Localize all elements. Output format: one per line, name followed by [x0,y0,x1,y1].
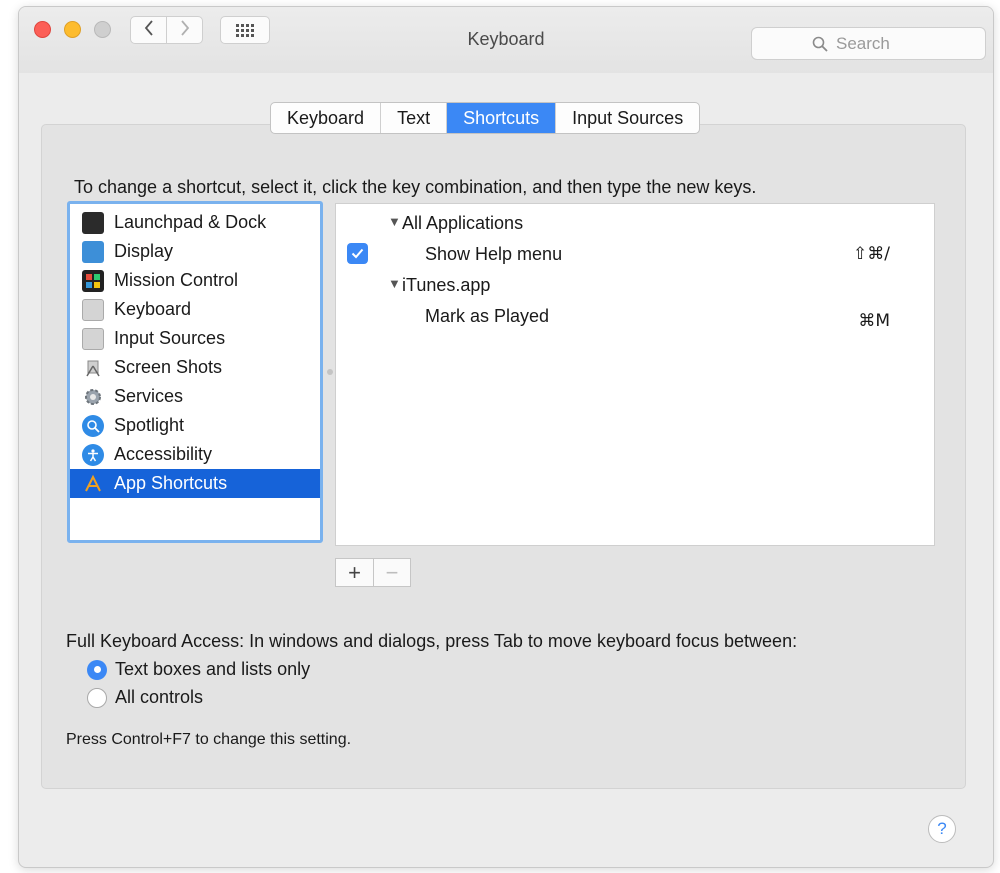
add-remove-control: + − [335,558,411,587]
radio-text-boxes-lists[interactable]: Text boxes and lists only [87,659,310,680]
disclosure-triangle-icon[interactable]: ▼ [388,214,401,229]
services-icon [82,386,104,408]
category-item-screen-shots[interactable]: Screen Shots [70,353,320,382]
category-item-spotlight[interactable]: Spotlight [70,411,320,440]
tab-text[interactable]: Text [381,103,448,133]
split-view-handle[interactable] [327,369,333,375]
category-label: Accessibility [114,444,213,464]
category-item-keyboard[interactable]: Keyboard [70,295,320,324]
spotlight-icon [82,414,104,437]
search-field[interactable]: Search [751,27,986,60]
category-list[interactable]: Launchpad & Dock Display Mission Control… [67,201,323,543]
shortcut-label: Mark as Played [425,306,550,326]
radio-label: Text boxes and lists only [115,659,311,679]
instruction-text: To change a shortcut, select it, click t… [74,177,757,197]
radio-label: All controls [115,687,204,707]
category-label: App Shortcuts [114,473,228,493]
shortcut-label: Show Help menu [425,244,563,264]
category-label: Launchpad & Dock [114,212,267,232]
input-sources-icon [82,327,104,350]
shortcut-enabled-checkbox[interactable] [347,243,368,264]
app-shortcuts-icon [82,473,104,495]
setting-hint: Press Control+F7 to change this setting. [66,731,352,748]
tab-bar: Keyboard Text Shortcuts Input Sources [270,102,701,134]
screen-shots-icon [82,357,104,379]
tab-shortcuts[interactable]: Shortcuts [447,103,557,133]
accessibility-icon [82,443,104,466]
add-shortcut-button[interactable]: + [336,559,373,586]
shortcut-row-mark-as-played[interactable]: Mark as Played ⌘M [336,303,934,333]
category-label: Mission Control [114,270,239,290]
radio-all-controls[interactable]: All controls [87,687,203,708]
preferences-window: Keyboard Search Keyboard Text Shortcuts … [18,6,994,868]
radio-button[interactable] [87,687,107,708]
title-bar: Keyboard Search [19,7,993,73]
category-item-accessibility[interactable]: Accessibility [70,440,320,469]
category-label: Display [114,241,174,261]
category-label: Services [114,386,184,406]
category-item-launchpad-dock[interactable]: Launchpad & Dock [70,208,320,237]
disclosure-triangle-icon[interactable]: ▼ [388,276,401,291]
category-item-input-sources[interactable]: Input Sources [70,324,320,353]
remove-shortcut-button[interactable]: − [373,559,410,586]
tab-keyboard[interactable]: Keyboard [271,103,382,133]
shortcut-group-label: iTunes.app [402,275,491,295]
category-item-display[interactable]: Display [70,237,320,266]
category-item-services[interactable]: Services [70,382,320,411]
shortcut-row-show-help-menu[interactable]: Show Help menu ⇧⌘/ [336,241,934,271]
shortcut-list[interactable]: ▼ All Applications Show Help menu ⇧⌘/ ▼ … [335,203,935,546]
category-label: Keyboard [114,299,192,319]
search-icon [812,36,828,52]
checkmark-icon [351,248,364,259]
shortcut-keys[interactable]: ⇧⌘/ [853,244,890,264]
category-label: Input Sources [114,328,226,348]
search-placeholder: Search [836,33,890,53]
category-item-app-shortcuts[interactable]: App Shortcuts [70,469,320,498]
category-label: Screen Shots [114,357,223,377]
launchpad-dock-icon [82,211,104,234]
help-button[interactable]: ? [928,815,956,843]
shortcut-keys[interactable]: ⌘M [858,311,890,331]
shortcut-group-label: All Applications [402,213,524,233]
keyboard-icon [82,298,104,321]
category-item-mission-control[interactable]: Mission Control [70,266,320,295]
radio-button-selected[interactable] [87,659,107,680]
shortcut-group-all-applications[interactable]: ▼ All Applications [336,210,934,240]
shortcut-group-itunes[interactable]: ▼ iTunes.app [336,272,934,302]
tab-input-sources[interactable]: Input Sources [556,103,699,133]
full-keyboard-access-label: Full Keyboard Access: In windows and dia… [66,631,798,651]
display-icon [82,240,104,263]
category-label: Spotlight [114,415,185,435]
mission-control-icon [82,269,104,292]
